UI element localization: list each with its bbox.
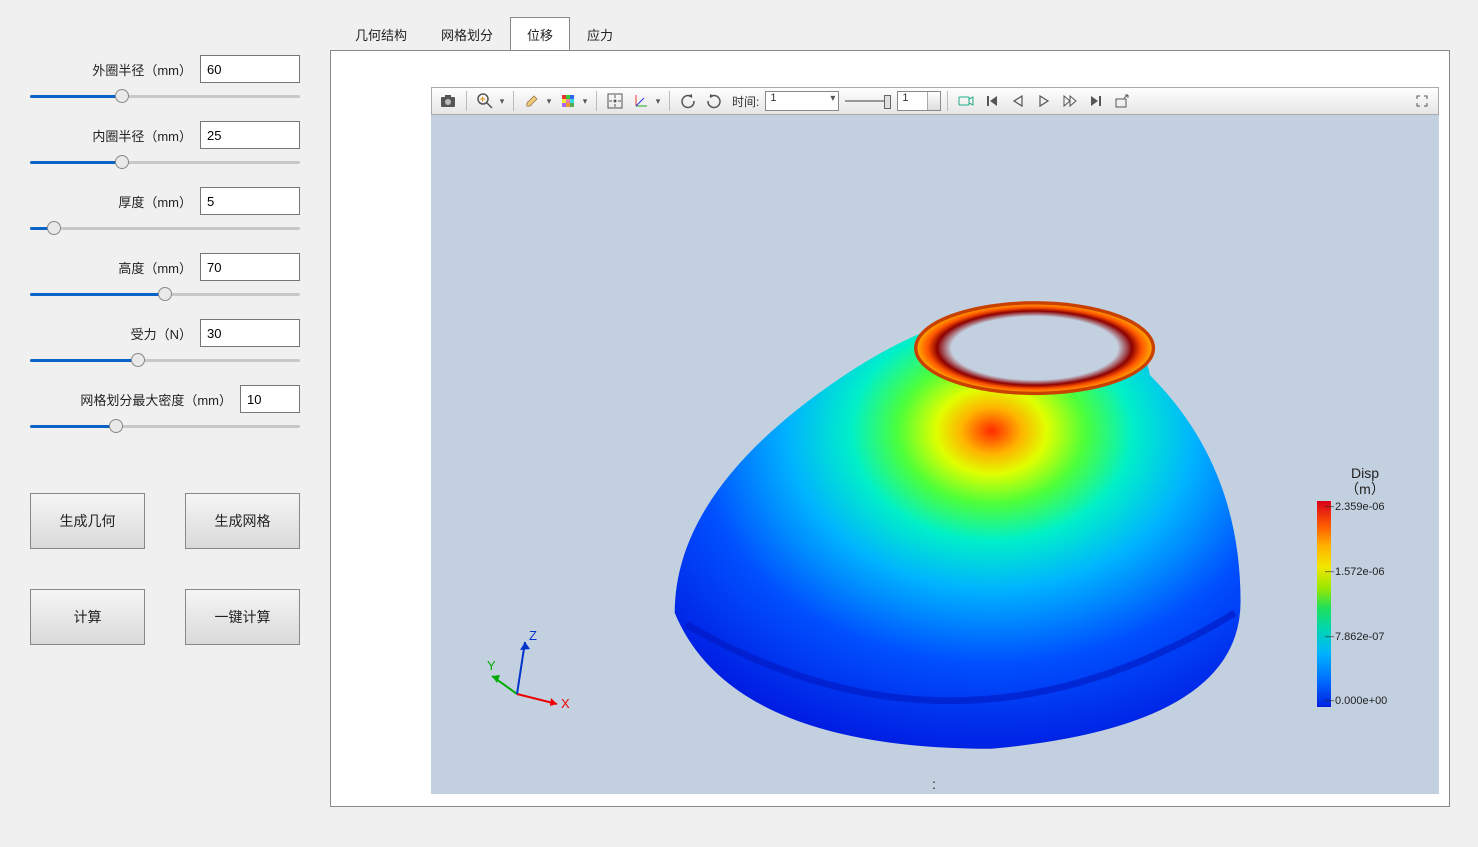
mesh-density-input[interactable] (240, 385, 300, 413)
rotate-ccw-icon[interactable] (676, 90, 700, 112)
outer-radius-slider[interactable] (30, 89, 300, 103)
tab-bar: 几何结构 网格划分 位移 应力 (330, 16, 1450, 50)
thickness-input[interactable] (200, 187, 300, 215)
tab-geometry[interactable]: 几何结构 (338, 17, 424, 51)
zoom-dropdown-icon[interactable]: ▾ (497, 96, 507, 107)
param-label: 内圈半径（mm） (92, 126, 192, 145)
param-inner-radius: 内圈半径（mm） (30, 121, 300, 169)
time-combo[interactable]: 1 (765, 91, 839, 111)
frame-spinner[interactable]: 1 (897, 91, 941, 111)
status-text: : (932, 776, 938, 792)
skip-first-icon[interactable] (980, 90, 1004, 112)
colorbar-gradient (1317, 501, 1331, 707)
tab-mesh[interactable]: 网格划分 (424, 17, 510, 51)
param-force: 受力（N） (30, 319, 300, 367)
svg-text:Z: Z (529, 628, 537, 643)
inner-radius-slider[interactable] (30, 155, 300, 169)
colorbar-tick: 7.862e-07 (1335, 631, 1387, 643)
one-click-calculate-button[interactable]: 一键计算 (185, 589, 300, 645)
generate-mesh-button[interactable]: 生成网格 (185, 493, 300, 549)
tab-displacement[interactable]: 位移 (510, 17, 570, 51)
rotate-cw-icon[interactable] (702, 90, 726, 112)
param-label: 厚度（mm） (118, 192, 192, 211)
axes-dropdown-icon[interactable]: ▾ (653, 96, 663, 107)
inner-radius-input[interactable] (200, 121, 300, 149)
force-slider[interactable] (30, 353, 300, 367)
camera-record-icon[interactable] (954, 90, 978, 112)
svg-text:X: X (561, 696, 570, 711)
svg-text:+: + (480, 94, 485, 104)
viewer-toolbar: + ▾ ▾ ▾ ▾ (431, 87, 1439, 115)
cube-color-dropdown-icon[interactable]: ▾ (580, 96, 590, 107)
mesh-density-slider[interactable] (30, 419, 300, 433)
main-panel: 几何结构 网格划分 位移 应力 + ▾ ▾ (330, 0, 1478, 847)
param-label: 受力（N） (131, 324, 192, 343)
param-height: 高度（mm） (30, 253, 300, 301)
tab-stress[interactable]: 应力 (570, 17, 630, 51)
param-outer-radius: 外圈半径（mm） (30, 55, 300, 103)
height-slider[interactable] (30, 287, 300, 301)
colorbar-tick: 2.359e-06 (1335, 501, 1387, 513)
skip-last-icon[interactable] (1084, 90, 1108, 112)
play-icon[interactable] (1032, 90, 1056, 112)
colorbar-tick: 1.572e-06 (1335, 566, 1387, 578)
thickness-slider[interactable] (30, 221, 300, 235)
param-label: 高度（mm） (118, 258, 192, 277)
zoom-icon[interactable]: + (473, 90, 497, 112)
svg-text:Y: Y (487, 658, 496, 673)
time-slider[interactable] (843, 91, 893, 111)
colorbar-legend: Disp （m） 2.359e-06 1.572e-06 7.862e-07 0… (1317, 465, 1413, 707)
play-reverse-icon[interactable] (1006, 90, 1030, 112)
param-mesh-density: 网格划分最大密度（mm） (30, 385, 300, 433)
fit-view-icon[interactable] (603, 90, 627, 112)
generate-geometry-button[interactable]: 生成几何 (30, 493, 145, 549)
colorbar-title: Disp (1351, 465, 1379, 481)
time-label: 时间: (732, 93, 759, 110)
param-thickness: 厚度（mm） (30, 187, 300, 235)
cube-color-icon[interactable] (556, 90, 580, 112)
fea-result-plot (431, 115, 1439, 794)
height-input[interactable] (200, 253, 300, 281)
step-forward-icon[interactable] (1058, 90, 1082, 112)
sidebar: 外圈半径（mm） 内圈半径（mm） 厚度（mm） (0, 0, 330, 847)
calculate-button[interactable]: 计算 (30, 589, 145, 645)
export-icon[interactable] (1110, 90, 1134, 112)
snapshot-icon[interactable] (436, 90, 460, 112)
axis-triad: X Y Z (487, 624, 577, 714)
param-label: 外圈半径（mm） (92, 60, 192, 79)
axes-icon[interactable] (629, 90, 653, 112)
expand-icon[interactable] (1410, 90, 1434, 112)
colorbar-tick: 0.000e+00 (1335, 695, 1387, 707)
force-input[interactable] (200, 319, 300, 347)
paint-icon[interactable] (520, 90, 544, 112)
3d-viewport[interactable]: X Y Z Disp （m） (431, 115, 1439, 794)
paint-dropdown-icon[interactable]: ▾ (544, 96, 554, 107)
outer-radius-input[interactable] (200, 55, 300, 83)
param-label: 网格划分最大密度（mm） (80, 390, 232, 409)
viewer: + ▾ ▾ ▾ ▾ (330, 50, 1450, 807)
colorbar-unit: （m） (1345, 481, 1385, 497)
